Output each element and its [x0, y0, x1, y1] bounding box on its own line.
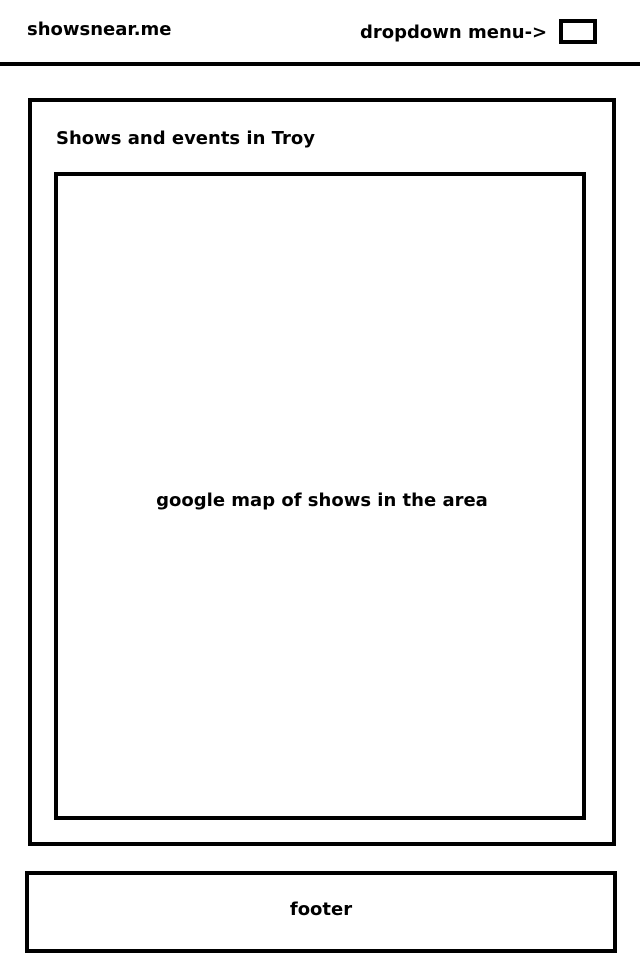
footer-label: footer	[289, 899, 353, 920]
page-title: Shows and events in Troy	[56, 128, 315, 149]
site-logo[interactable]: showsnear.me	[27, 19, 172, 41]
dropdown-menu-button[interactable]	[559, 19, 597, 44]
site-footer: footer	[25, 871, 617, 953]
site-header: showsnear.me dropdown menu->	[0, 0, 640, 66]
main-panel: Shows and events in Troy google map of s…	[28, 98, 616, 846]
map-placeholder-label: google map of shows in the area	[156, 490, 488, 511]
dropdown-menu-label: dropdown menu->	[360, 22, 548, 43]
map-area[interactable]: google map of shows in the area	[54, 172, 586, 820]
